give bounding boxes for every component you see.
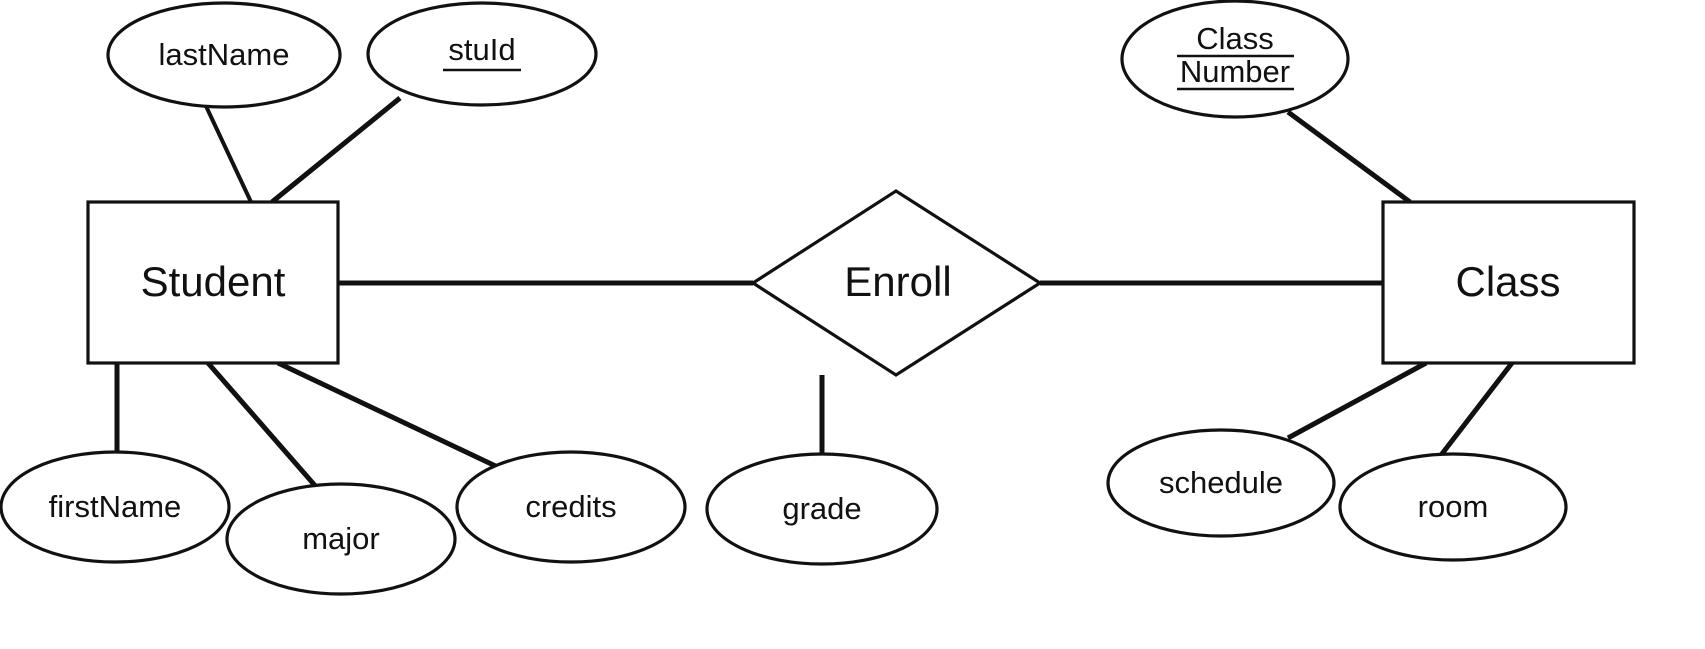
attribute-last-name-label: lastName <box>159 37 290 72</box>
connector-class-classnumber <box>1286 109 1412 205</box>
relationship-enroll[interactable]: Enroll <box>750 189 1043 377</box>
entity-class-label: Class <box>1455 258 1560 305</box>
attribute-class-number-label-line1: Class <box>1196 21 1274 56</box>
er-diagram-canvas: Student Class Enroll lastName stuId firs… <box>0 0 1705 649</box>
attribute-room[interactable]: room <box>1338 452 1568 562</box>
entity-student-label: Student <box>141 258 286 305</box>
attribute-class-number-label-line2: Number <box>1180 54 1290 89</box>
relationship-layer: Enroll <box>750 189 1043 377</box>
attribute-stu-id-label: stuId <box>448 32 515 67</box>
attribute-first-name[interactable]: firstName <box>0 450 231 564</box>
attribute-room-label: room <box>1418 489 1489 524</box>
connector-student-stuid <box>270 96 402 204</box>
attribute-grade[interactable]: grade <box>705 452 939 566</box>
attribute-class-number[interactable]: Class Number <box>1120 0 1350 119</box>
connector-class-schedule <box>1286 360 1428 441</box>
attribute-credits[interactable]: credits <box>455 450 687 564</box>
attribute-stu-id[interactable]: stuId <box>366 1 598 107</box>
attribute-major-label: major <box>302 521 380 556</box>
relationship-enroll-label: Enroll <box>844 258 951 305</box>
attribute-major[interactable]: major <box>225 482 457 596</box>
connector-class-room <box>1436 361 1514 461</box>
attribute-first-name-label: firstName <box>49 489 182 524</box>
connector-student-major <box>206 361 320 491</box>
connector-student-lastname <box>203 103 253 203</box>
attribute-schedule-label: schedule <box>1159 465 1283 500</box>
attribute-credits-label: credits <box>525 489 616 524</box>
attribute-grade-label: grade <box>782 491 861 526</box>
connector-student-credits <box>276 360 506 473</box>
entity-class[interactable]: Class <box>1381 200 1636 365</box>
attribute-schedule[interactable]: schedule <box>1106 428 1336 538</box>
entity-student[interactable]: Student <box>86 200 340 365</box>
attribute-last-name[interactable]: lastName <box>106 1 342 109</box>
